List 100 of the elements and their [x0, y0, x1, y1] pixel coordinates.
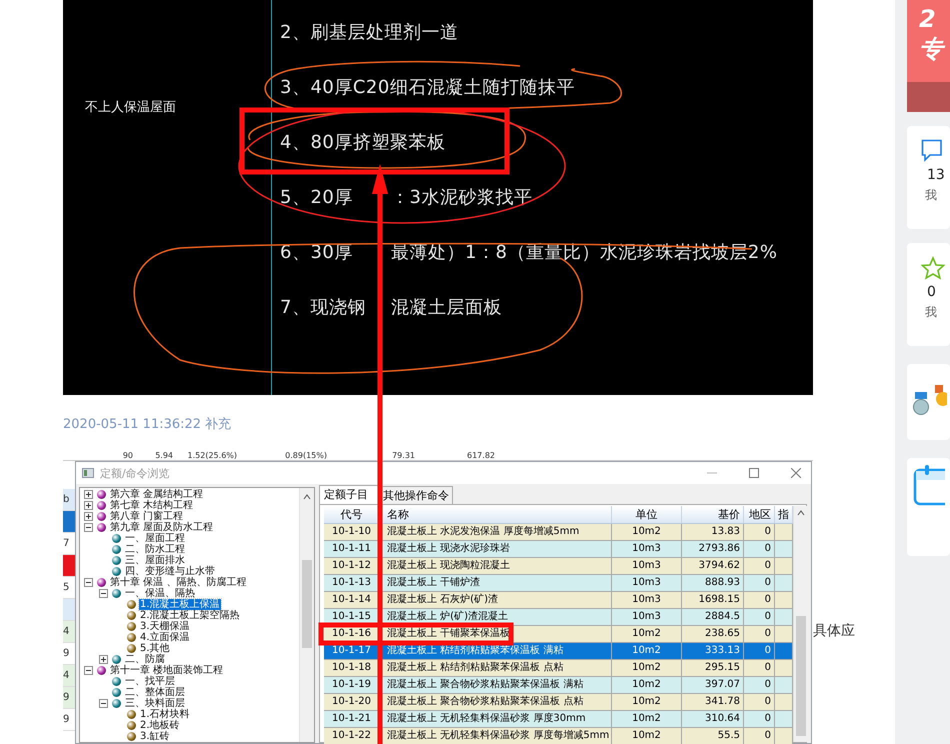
- column-header[interactable]: 名称: [380, 506, 612, 523]
- expand-icon[interactable]: [84, 490, 93, 499]
- table-cell: 10m2: [612, 643, 682, 659]
- table-row[interactable]: 10-1-11 混凝土板上 现浇水泥珍珠岩 10m3 2793.86 0: [324, 541, 793, 558]
- tree-item[interactable]: 二、防腐: [124, 654, 166, 665]
- tree-item[interactable]: 1.混凝土板上保温: [139, 599, 221, 610]
- tree-item[interactable]: 3.缸砖: [139, 731, 171, 742]
- table-cell: 混凝土板上 干铺聚苯保温板: [380, 626, 612, 642]
- tree-item[interactable]: 第八章 门窗工程: [109, 511, 184, 522]
- maximize-icon[interactable]: [749, 468, 759, 478]
- tree-item[interactable]: 5.其他: [139, 643, 171, 654]
- table-cell: 混凝土板上 水泥发泡保温 厚度每增减5mm: [380, 524, 612, 540]
- sheet-cell: [63, 555, 75, 577]
- drawing-label: 不上人保温屋面: [85, 100, 176, 115]
- table-row[interactable]: 10-1-14 混凝土板上 石灰炉(矿)渣 10m3 1698.15 0: [324, 592, 793, 609]
- table-cell: 10m2: [612, 711, 682, 727]
- collapse-icon[interactable]: [84, 666, 93, 675]
- checkin-card[interactable]: [907, 458, 950, 556]
- stat-label: 我: [924, 187, 937, 204]
- tree-item[interactable]: 3.天棚保温: [139, 621, 191, 632]
- table-cell: 10m2: [612, 524, 682, 540]
- table-cell: 333.13: [682, 643, 744, 659]
- tree-item[interactable]: 4.立面保温: [139, 632, 191, 643]
- sheet-cell-text: 90: [122, 452, 133, 460]
- table-cell: 0: [744, 728, 775, 744]
- table-cell: 238.65: [682, 626, 744, 642]
- column-header[interactable]: 单位: [612, 506, 682, 523]
- tree-item[interactable]: 二、整体面层: [124, 687, 186, 698]
- tree-item[interactable]: 一、找平层: [124, 676, 176, 687]
- collapse-icon[interactable]: [99, 589, 108, 598]
- tree-item[interactable]: 二、防水工程: [124, 544, 186, 555]
- stat-card[interactable]: 13 我: [907, 126, 950, 229]
- table-cell: 10-1-10: [324, 524, 380, 540]
- table-cell: 混凝土板上 现浇水泥珍珠岩: [380, 541, 612, 557]
- table-row[interactable]: 10-1-22 混凝土板上 无机轻集料保温砂浆 厚度每增减5mm 10m2 55.5 0: [324, 728, 793, 744]
- table-row[interactable]: 10-1-12 混凝土板上 现浇陶粒混凝土 10m3 3794.62 0: [324, 558, 793, 575]
- sheet-cell: 4: [63, 621, 75, 643]
- column-header[interactable]: 地区: [744, 506, 775, 523]
- stat-card[interactable]: 0 我: [907, 243, 950, 346]
- table-cell: 0: [744, 677, 775, 693]
- tree-item[interactable]: 2.混凝土板上架空隔热: [139, 610, 241, 621]
- table-row[interactable]: 10-1-18 混凝土板上 粘结剂粘贴聚苯保温板 点粘 10m2 295.15 0: [324, 660, 793, 677]
- table-cell: 10m2: [612, 728, 682, 744]
- expand-icon[interactable]: [84, 512, 93, 521]
- tree-item[interactable]: 三、块料面层: [124, 698, 186, 709]
- table-cell: 10m3: [612, 609, 682, 625]
- tree-item[interactable]: 第七章 木结构工程: [109, 500, 194, 511]
- scroll-up-icon[interactable]: [797, 510, 805, 516]
- column-header[interactable]: 代号: [324, 506, 380, 523]
- table-cell: 0: [744, 643, 775, 659]
- drawing-note-line: 混凝土层面板: [391, 296, 502, 320]
- sheet-cell-text: 5.94: [154, 452, 173, 460]
- drawing-note-line: ：3水泥砂浆找平: [391, 186, 532, 210]
- tree-item[interactable]: 2.地板砖: [139, 720, 181, 731]
- post-text: 具体应: [813, 623, 855, 639]
- tree-item[interactable]: 三、屋面排水: [124, 555, 186, 566]
- table-row[interactable]: 10-1-15 混凝土板上 炉(矿)渣混凝土 10m3 2884.5 0: [324, 609, 793, 626]
- table-cell: 10-1-20: [324, 694, 380, 710]
- table-cell: 310.64: [682, 711, 744, 727]
- tree-item[interactable]: 第九章 屋面及防水工程: [109, 522, 214, 533]
- expand-icon[interactable]: [84, 501, 93, 510]
- table-cell: 0: [744, 541, 775, 557]
- tab[interactable]: 定额子目: [319, 485, 379, 504]
- collapse-icon[interactable]: [84, 578, 93, 587]
- table-cell: 10-1-18: [324, 660, 380, 676]
- tree-item[interactable]: 1.石材块料: [139, 709, 191, 720]
- table-cell: 10-1-14: [324, 592, 380, 608]
- tree-item[interactable]: 一、屋面工程: [124, 533, 186, 544]
- tree-item[interactable]: 第六章 金属结构工程: [109, 489, 204, 500]
- close-icon[interactable]: [791, 468, 801, 478]
- badge-card[interactable]: [907, 364, 950, 440]
- column-header[interactable]: 基价: [682, 506, 744, 523]
- window-title: 定额/命令浏览: [100, 466, 170, 480]
- table-row[interactable]: 10-1-19 混凝土板上 聚合物砂浆粘贴聚苯保温板 满粘 10m2 397.07 0: [324, 677, 793, 694]
- table-row[interactable]: 10-1-13 混凝土板上 干铺炉渣 10m3 888.93 0: [324, 575, 793, 592]
- edit-icon: [921, 139, 943, 163]
- star-icon: [921, 256, 945, 280]
- table-row[interactable]: 10-1-21 混凝土板上 无机轻集料保温砂浆 厚度30mm 10m2 310.64 0: [324, 711, 793, 728]
- tree-item[interactable]: 第十一章 楼地面装饰工程: [109, 665, 224, 676]
- scroll-up-icon[interactable]: [303, 494, 311, 500]
- table-row[interactable]: 10-1-10 混凝土板上 水泥发泡保温 厚度每增减5mm 10m2 13.83 0: [324, 524, 793, 541]
- table-cell: 3794.62: [682, 558, 744, 574]
- calendar-icon: [913, 464, 945, 508]
- table-cell: 0: [744, 558, 775, 574]
- table-cell: 0: [744, 524, 775, 540]
- table-cell: 10-1-11: [324, 541, 380, 557]
- table-row[interactable]: 10-1-20 混凝土板上 聚合物砂浆粘贴聚苯保温板 点粘 10m2 341.78 0: [324, 694, 793, 711]
- scrollbar-thumb[interactable]: [796, 616, 806, 736]
- banner-text: 2: [919, 4, 937, 34]
- expand-icon[interactable]: [99, 655, 108, 664]
- tree-item[interactable]: 第十章 保温 、隔热、防腐工程: [109, 577, 248, 588]
- table-cell: 10m2: [612, 677, 682, 693]
- sheet-cell: b: [63, 489, 75, 511]
- collapse-icon[interactable]: [84, 523, 93, 532]
- tree-item[interactable]: 一、保温、隔热: [124, 588, 196, 599]
- tree-item[interactable]: 四、变形缝与止水带: [124, 566, 216, 577]
- table-cell: 13.83: [682, 524, 744, 540]
- collapse-icon[interactable]: [99, 699, 108, 708]
- table-cell: 混凝土板上 粘结剂粘贴聚苯保温板 点粘: [380, 660, 612, 676]
- scrollbar-thumb[interactable]: [302, 560, 312, 648]
